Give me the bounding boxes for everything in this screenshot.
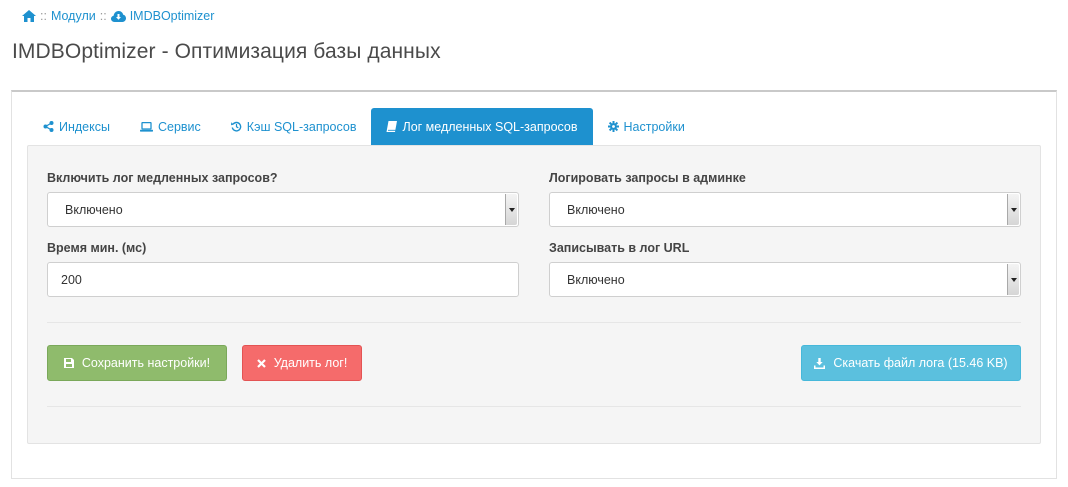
log-admin-select[interactable]: Включено bbox=[549, 192, 1021, 227]
log-url-select[interactable]: Включено bbox=[549, 262, 1021, 297]
log-admin-label: Логировать запросы в админке bbox=[549, 171, 746, 185]
home-icon[interactable] bbox=[22, 10, 36, 22]
min-time-value: 200 bbox=[61, 272, 82, 287]
breadcrumb-modules-link[interactable]: Модули bbox=[51, 9, 96, 23]
min-time-label: Время мин. (мс) bbox=[47, 241, 147, 255]
tab-service[interactable]: Сервис bbox=[125, 108, 216, 145]
book-icon bbox=[386, 120, 398, 133]
divider bbox=[47, 322, 1021, 323]
tab-slow-log[interactable]: Лог медленных SQL-запросов bbox=[371, 108, 593, 145]
log-url-label: Записывать в лог URL bbox=[549, 241, 690, 255]
min-time-input[interactable]: 200 bbox=[47, 262, 519, 297]
save-settings-button[interactable]: Сохранить настройки! bbox=[47, 345, 227, 381]
log-admin-value: Включено bbox=[567, 202, 625, 217]
download-log-button[interactable]: Скачать файл лога (15.46 KB) bbox=[801, 345, 1021, 381]
enable-log-select[interactable]: Включено bbox=[47, 192, 519, 227]
cloud-download-icon bbox=[110, 10, 126, 22]
download-log-label: Скачать файл лога (15.46 KB) bbox=[833, 356, 1008, 370]
tab-sql-cache[interactable]: Кэш SQL-запросов bbox=[216, 108, 372, 145]
share-alt-icon bbox=[43, 121, 54, 132]
tab-bar: Индексы Сервис Кэш SQL-запросов Лог медл… bbox=[28, 108, 700, 145]
breadcrumb-module-link[interactable]: IMDBOptimizer bbox=[130, 9, 215, 23]
close-icon bbox=[256, 358, 266, 368]
cog-icon bbox=[607, 121, 619, 132]
log-url-value: Включено bbox=[567, 272, 625, 287]
save-icon bbox=[63, 358, 74, 368]
breadcrumb-separator: :: bbox=[99, 9, 107, 23]
history-icon bbox=[230, 121, 242, 132]
tab-label: Сервис bbox=[157, 119, 201, 134]
laptop-icon bbox=[139, 121, 153, 132]
main-panel: Индексы Сервис Кэш SQL-запросов Лог медл… bbox=[11, 90, 1057, 479]
chevron-down-icon bbox=[1007, 264, 1019, 295]
tab-label: Индексы bbox=[59, 119, 110, 134]
slow-log-settings-form: Включить лог медленных запросов? Включен… bbox=[27, 145, 1041, 444]
page-title: IMDBOptimizer - Оптимизация базы данных bbox=[12, 40, 441, 63]
breadcrumb-separator: :: bbox=[40, 9, 47, 23]
breadcrumb: :: Модули :: IMDBOptimizer bbox=[22, 9, 214, 23]
tab-label: Настройки bbox=[623, 119, 685, 134]
enable-log-value: Включено bbox=[65, 202, 123, 217]
tab-indexes[interactable]: Индексы bbox=[28, 108, 125, 145]
chevron-down-icon bbox=[505, 194, 517, 225]
tab-settings[interactable]: Настройки bbox=[593, 108, 700, 145]
tab-label: Лог медленных SQL-запросов bbox=[402, 119, 578, 134]
divider bbox=[47, 406, 1021, 407]
delete-log-button[interactable]: Удалить лог! bbox=[242, 345, 362, 381]
delete-log-label: Удалить лог! bbox=[273, 356, 348, 370]
save-settings-label: Сохранить настройки! bbox=[81, 356, 211, 370]
chevron-down-icon bbox=[1007, 194, 1019, 225]
download-icon bbox=[814, 357, 826, 369]
tab-label: Кэш SQL-запросов bbox=[246, 119, 357, 134]
enable-log-label: Включить лог медленных запросов? bbox=[47, 171, 278, 185]
